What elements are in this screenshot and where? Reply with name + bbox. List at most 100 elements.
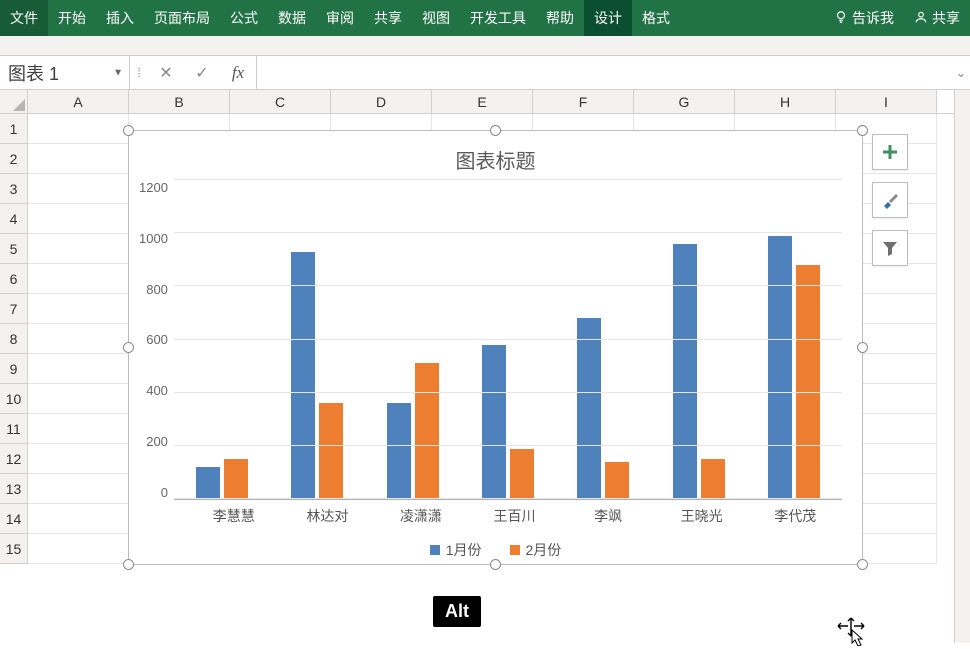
rowhead-15[interactable]: 15 bbox=[0, 534, 28, 564]
ribbon-tab-design[interactable]: 设计 bbox=[584, 0, 632, 36]
select-all-corner[interactable] bbox=[0, 90, 28, 113]
colhead-i[interactable]: I bbox=[836, 90, 937, 113]
resize-handle-br[interactable] bbox=[857, 559, 868, 570]
embedded-chart[interactable]: 图表标题 120010008006004002000 李慧慧林达对凌潇潇王百川李… bbox=[128, 130, 863, 565]
ribbon-tab-file[interactable]: 文件 bbox=[0, 0, 48, 36]
cancel-formula-button[interactable]: ✕ bbox=[148, 63, 184, 83]
colhead-e[interactable]: E bbox=[432, 90, 533, 113]
rowhead-9[interactable]: 9 bbox=[0, 354, 28, 384]
chart-elements-button[interactable] bbox=[872, 134, 908, 170]
cell-A10[interactable] bbox=[28, 384, 129, 414]
colhead-b[interactable]: B bbox=[129, 90, 230, 113]
colhead-h[interactable]: H bbox=[735, 90, 836, 113]
ribbon-tab-format[interactable]: 格式 bbox=[632, 0, 680, 36]
cell-A9[interactable] bbox=[28, 354, 129, 384]
chart-filters-button[interactable] bbox=[872, 230, 908, 266]
legend-item-series2[interactable]: 2月份 bbox=[510, 540, 562, 560]
ribbon-tab-insert[interactable]: 插入 bbox=[96, 0, 144, 36]
worksheet[interactable]: A B C D E F G H I 123456789101112131415 … bbox=[0, 90, 970, 643]
bar-series1[interactable] bbox=[196, 467, 220, 499]
cell-A7[interactable] bbox=[28, 294, 129, 324]
bar-group[interactable] bbox=[460, 180, 555, 499]
ribbon-tab-pagelayout[interactable]: 页面布局 bbox=[144, 0, 220, 36]
cell-A8[interactable] bbox=[28, 324, 129, 354]
cell-A3[interactable] bbox=[28, 174, 129, 204]
bar-series2[interactable] bbox=[701, 459, 725, 499]
share-button[interactable]: 共享 bbox=[904, 0, 970, 36]
bar-series2[interactable] bbox=[796, 265, 820, 499]
ribbon-tab-data[interactable]: 数据 bbox=[268, 0, 316, 36]
resize-handle-mr[interactable] bbox=[857, 342, 868, 353]
resize-handle-bl[interactable] bbox=[123, 559, 134, 570]
bar-series1[interactable] bbox=[673, 244, 697, 499]
bar-series1[interactable] bbox=[387, 403, 411, 499]
ribbon-tab-formulas[interactable]: 公式 bbox=[220, 0, 268, 36]
rowhead-11[interactable]: 11 bbox=[0, 414, 28, 444]
tell-me-search[interactable]: 告诉我 bbox=[824, 0, 904, 36]
bar-group[interactable] bbox=[651, 180, 746, 499]
bar-series2[interactable] bbox=[224, 459, 248, 499]
colhead-f[interactable]: F bbox=[533, 90, 634, 113]
expand-formula-bar-icon[interactable]: ⌄ bbox=[952, 65, 970, 81]
bar-series1[interactable] bbox=[768, 236, 792, 499]
ribbon-tab-developer[interactable]: 开发工具 bbox=[460, 0, 536, 36]
ribbon-tab-review[interactable]: 审阅 bbox=[316, 0, 364, 36]
cell-A13[interactable] bbox=[28, 474, 129, 504]
name-box-dropdown-icon[interactable]: ▼ bbox=[113, 67, 123, 78]
cell-A11[interactable] bbox=[28, 414, 129, 444]
bar-group[interactable] bbox=[747, 180, 842, 499]
bar-group[interactable] bbox=[174, 180, 269, 499]
rowhead-7[interactable]: 7 bbox=[0, 294, 28, 324]
resize-handle-tl[interactable] bbox=[123, 125, 134, 136]
bar-group[interactable] bbox=[365, 180, 460, 499]
rowhead-13[interactable]: 13 bbox=[0, 474, 28, 504]
rowhead-8[interactable]: 8 bbox=[0, 324, 28, 354]
resize-handle-bm[interactable] bbox=[490, 559, 501, 570]
ribbon-tab-help[interactable]: 帮助 bbox=[536, 0, 584, 36]
bar-group[interactable] bbox=[269, 180, 364, 499]
resize-handle-ml[interactable] bbox=[123, 342, 134, 353]
vertical-scrollbar[interactable] bbox=[954, 90, 970, 643]
bar-series2[interactable] bbox=[319, 403, 343, 499]
bar-series2[interactable] bbox=[510, 449, 534, 500]
bar-series1[interactable] bbox=[577, 318, 601, 499]
colhead-d[interactable]: D bbox=[331, 90, 432, 113]
resize-handle-tr[interactable] bbox=[857, 125, 868, 136]
cell-A14[interactable] bbox=[28, 504, 129, 534]
legend-item-series1[interactable]: 1月份 bbox=[430, 540, 482, 560]
chart-plot-area[interactable]: 120010008006004002000 bbox=[129, 180, 862, 500]
rowhead-12[interactable]: 12 bbox=[0, 444, 28, 474]
cell-A4[interactable] bbox=[28, 204, 129, 234]
chart-title[interactable]: 图表标题 bbox=[129, 131, 862, 180]
bar-series2[interactable] bbox=[415, 363, 439, 499]
bar-series2[interactable] bbox=[605, 462, 629, 499]
bar-series1[interactable] bbox=[482, 345, 506, 499]
name-box[interactable]: 图表 1 ▼ bbox=[0, 56, 130, 90]
ribbon-tab-home[interactable]: 开始 bbox=[48, 0, 96, 36]
cell-A6[interactable] bbox=[28, 264, 129, 294]
rowhead-14[interactable]: 14 bbox=[0, 504, 28, 534]
rowhead-3[interactable]: 3 bbox=[0, 174, 28, 204]
cell-A2[interactable] bbox=[28, 144, 129, 174]
rowhead-6[interactable]: 6 bbox=[0, 264, 28, 294]
rowhead-10[interactable]: 10 bbox=[0, 384, 28, 414]
chart-x-axis[interactable]: 李慧慧林达对凌潇潇王百川李飒王晓光李代茂 bbox=[129, 500, 862, 526]
resize-handle-tm[interactable] bbox=[490, 125, 501, 136]
ribbon-tab-view[interactable]: 视图 bbox=[412, 0, 460, 36]
ribbon-tab-share[interactable]: 共享 bbox=[364, 0, 412, 36]
cell-A1[interactable] bbox=[28, 114, 129, 144]
colhead-a[interactable]: A bbox=[28, 90, 129, 113]
accept-formula-button[interactable]: ✓ bbox=[184, 63, 220, 83]
bar-group[interactable] bbox=[556, 180, 651, 499]
chart-plot[interactable] bbox=[174, 180, 842, 500]
colhead-c[interactable]: C bbox=[230, 90, 331, 113]
rowhead-4[interactable]: 4 bbox=[0, 204, 28, 234]
rowhead-5[interactable]: 5 bbox=[0, 234, 28, 264]
bar-series1[interactable] bbox=[291, 252, 315, 499]
chart-y-axis[interactable]: 120010008006004002000 bbox=[139, 180, 174, 500]
cell-A15[interactable] bbox=[28, 534, 129, 564]
rowhead-2[interactable]: 2 bbox=[0, 144, 28, 174]
rowhead-1[interactable]: 1 bbox=[0, 114, 28, 144]
cell-A5[interactable] bbox=[28, 234, 129, 264]
cell-A12[interactable] bbox=[28, 444, 129, 474]
